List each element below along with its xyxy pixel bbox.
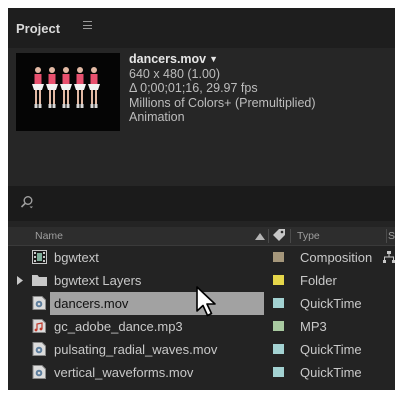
label-color-swatch[interactable]	[273, 252, 284, 262]
footage-preview-area: dancers.mov ▼ 640 x 480 (1.00) Δ 0;00;01;…	[8, 48, 395, 186]
label-color-swatch[interactable]	[273, 298, 284, 308]
label-color-swatch[interactable]	[273, 344, 284, 354]
item-name: dancers.mov	[54, 296, 129, 311]
mouse-pointer-icon	[196, 286, 216, 317]
label-tag-icon[interactable]	[272, 229, 286, 243]
dropdown-caret-icon[interactable]: ▼	[209, 52, 218, 67]
flowchart-icon[interactable]	[383, 251, 395, 264]
search-field[interactable]	[8, 186, 395, 221]
label-color-swatch[interactable]	[273, 275, 284, 285]
folder-icon	[32, 275, 47, 286]
label-color-swatch[interactable]	[273, 367, 284, 377]
panel-tab-bar: Project	[8, 8, 395, 48]
project-panel: Project dancers.mov ▼ 640 x 480 (1.00) Δ …	[8, 8, 395, 390]
disclosure-triangle-icon[interactable]	[17, 276, 23, 285]
footage-codec: Animation	[129, 110, 185, 125]
item-type: MP3	[300, 319, 327, 334]
quicktime-file-icon	[32, 296, 46, 310]
footage-info: dancers.mov ▼ 640 x 480 (1.00) Δ 0;00;01;…	[129, 52, 316, 125]
footage-duration-fps: Δ 0;00;01;16, 29.97 fps	[129, 81, 258, 96]
thumbnail-dancers-image	[16, 53, 120, 131]
panel-title[interactable]: Project	[16, 21, 60, 36]
list-item[interactable]: pulsating_radial_waves.mov QuickTime	[8, 338, 395, 361]
list-item[interactable]: bgwtext Composition	[8, 246, 395, 269]
item-name: gc_adobe_dance.mp3	[54, 319, 183, 334]
column-header-row: Name Type Si	[8, 227, 395, 246]
item-name: bgwtext Layers	[54, 273, 142, 288]
footage-resolution: 640 x 480 (1.00)	[129, 66, 221, 81]
column-header-name[interactable]: Name	[35, 227, 63, 245]
quicktime-file-icon	[32, 342, 46, 356]
item-type: QuickTime	[300, 296, 362, 311]
list-item[interactable]: vertical_waveforms.mov QuickTime	[8, 361, 395, 384]
search-icon[interactable]	[20, 195, 34, 209]
composition-icon	[32, 250, 47, 264]
sort-ascending-icon[interactable]	[255, 233, 265, 240]
quicktime-file-icon	[32, 365, 46, 379]
footage-color-depth: Millions of Colors+ (Premultiplied)	[129, 95, 316, 110]
item-type: QuickTime	[300, 342, 362, 357]
footage-filename: dancers.mov	[129, 52, 207, 66]
item-type: QuickTime	[300, 365, 362, 380]
item-type: Composition	[300, 250, 373, 265]
item-name: bgwtext	[54, 250, 99, 265]
item-type: Folder	[300, 273, 337, 288]
item-name: vertical_waveforms.mov	[54, 365, 194, 380]
column-header-size[interactable]: Si	[388, 227, 395, 245]
audio-file-icon	[32, 319, 46, 333]
label-color-swatch[interactable]	[273, 321, 284, 331]
item-name: pulsating_radial_waves.mov	[54, 342, 218, 357]
list-item[interactable]: gc_adobe_dance.mp3 MP3	[8, 315, 395, 338]
hamburger-icon[interactable]	[83, 21, 92, 29]
column-header-type[interactable]: Type	[297, 227, 320, 245]
